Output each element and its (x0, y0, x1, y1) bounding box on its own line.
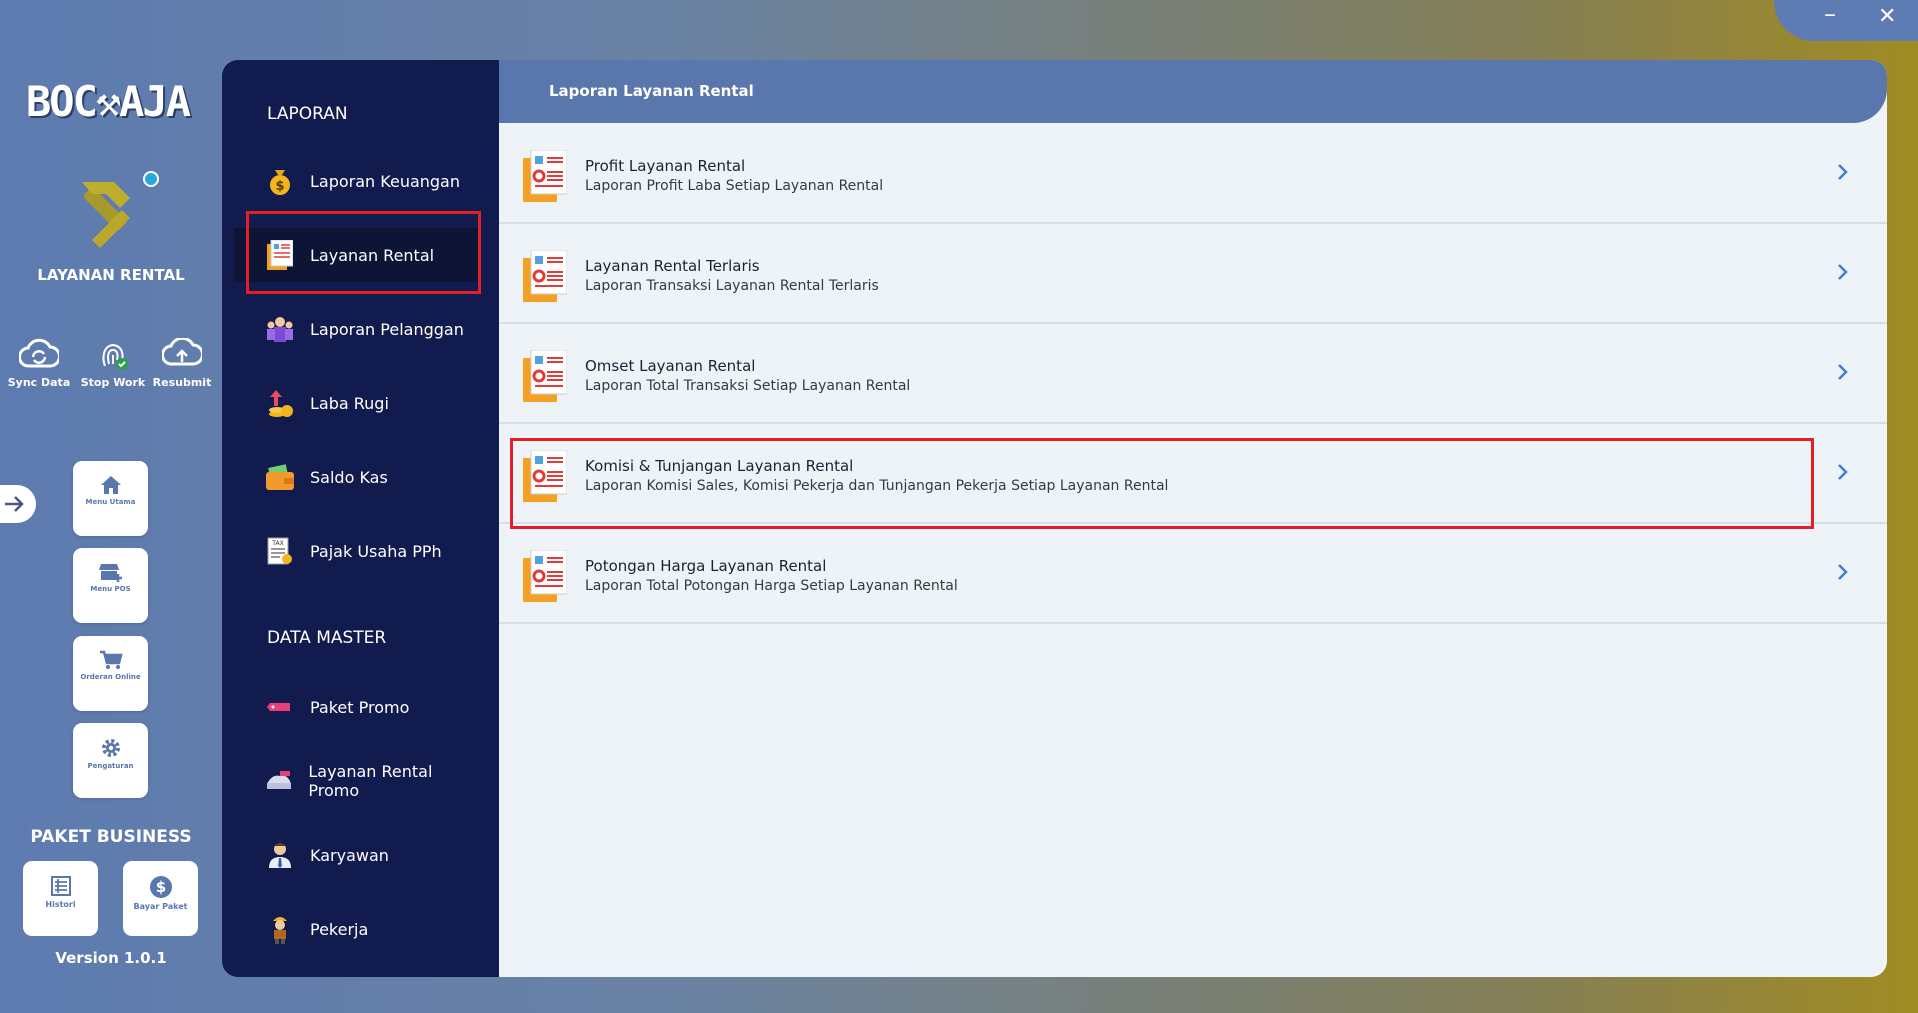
version-label: Version 1.0.1 (55, 949, 167, 967)
svg-text:TAX: TAX (271, 540, 283, 547)
laporan-section-title: LAPORAN (267, 104, 348, 124)
chevron-right-icon (1838, 264, 1848, 280)
arrow-right-icon (5, 496, 24, 512)
histori-button[interactable]: Histori (23, 861, 98, 936)
svg-text:$: $ (275, 179, 284, 194)
nav-label: Menu POS (90, 585, 131, 593)
home-icon (100, 476, 121, 494)
wallet-icon (264, 461, 296, 493)
menu-item-karyawan[interactable]: Karyawan (234, 828, 479, 882)
menu-item-label: Pekerja (310, 919, 369, 939)
report-subtitle: Laporan Total Potongan Harga Setiap Laya… (585, 578, 958, 594)
report-title: Omset Layanan Rental (585, 357, 756, 375)
report-highlight-box (510, 438, 1814, 529)
hammer-app-icon (82, 182, 130, 248)
fingerprint-check-icon (102, 343, 128, 370)
status-dot (143, 171, 159, 187)
report-row-omset[interactable]: Omset Layanan Rental Laporan Total Trans… (499, 324, 1887, 424)
menu-item-label: Laporan Keuangan (310, 171, 460, 191)
menu-item-label: Saldo Kas (310, 467, 388, 487)
report-title: Potongan Harga Layanan Rental (585, 557, 827, 575)
menu-item-laporan-pelanggan[interactable]: Laporan Pelanggan (234, 302, 479, 356)
employee-icon (264, 839, 296, 871)
report-subtitle: Laporan Transaksi Layanan Rental Terlari… (585, 278, 879, 294)
menu-item-label: Laba Rugi (310, 393, 389, 413)
tool-label: Stop Work (80, 376, 146, 389)
resubmit-button[interactable]: Resubmit (146, 338, 218, 389)
promo-tag-icon (264, 691, 296, 723)
minimize-button[interactable]: – (1824, 0, 1836, 28)
menu-highlight-box (246, 211, 481, 294)
menu-item-laba-rugi[interactable]: Laba Rugi (234, 376, 479, 430)
report-row-potongan[interactable]: Potongan Harga Layanan Rental Laporan To… (499, 524, 1887, 624)
report-icon (523, 150, 567, 202)
worker-icon (264, 913, 296, 945)
chevron-right-icon (1838, 164, 1848, 180)
tool-label: Resubmit (152, 376, 212, 389)
report-row-profit[interactable]: Profit Layanan Rental Laporan Profit Lab… (499, 124, 1887, 224)
report-subtitle: Laporan Total Transaksi Setiap Layanan R… (585, 378, 911, 394)
menu-item-label: Layanan Rental Promo (308, 762, 433, 800)
menu-item-label: Karyawan (310, 845, 389, 865)
logo: BOC⚒AJA (26, 77, 191, 126)
menu-item-laporan-keuangan[interactable]: $ Laporan Keuangan (234, 154, 479, 208)
window-controls: – ✕ (1774, 0, 1918, 41)
report-row-terlaris[interactable]: Layanan Rental Terlaris Laporan Transaks… (499, 224, 1887, 324)
report-menu-panel: LAPORAN $ Laporan Keuangan Layanan Renta… (222, 60, 499, 977)
nav-label: Orderan Online (80, 673, 141, 681)
menu-pos-button[interactable]: Menu POS (73, 548, 148, 623)
left-rail: BOC⚒AJA LAYANAN RENTAL Sync Data Stop Wo… (0, 0, 222, 1013)
menu-item-saldo-kas[interactable]: Saldo Kas (234, 450, 479, 504)
chevron-right-icon (1838, 364, 1848, 380)
orderan-online-button[interactable]: Orderan Online (73, 636, 148, 711)
cloud-sync-icon (19, 338, 59, 368)
store-icon (98, 564, 122, 582)
menu-item-label: Pajak Usaha PPh (310, 541, 442, 561)
paket-btn-label: Bayar Paket (133, 902, 188, 911)
tax-icon: TAX (264, 535, 296, 567)
money-bag-icon: $ (264, 165, 296, 197)
close-button[interactable]: ✕ (1878, 4, 1896, 29)
bayar-paket-button[interactable]: $ Bayar Paket (123, 861, 198, 936)
paket-btn-label: Histori (45, 900, 76, 909)
chevron-right-icon (1838, 464, 1848, 480)
report-title: Layanan Rental Terlaris (585, 257, 760, 275)
stop-work-button[interactable]: Stop Work (77, 338, 149, 389)
rental-promo-icon (264, 765, 294, 797)
expand-sidebar-button[interactable] (0, 485, 36, 523)
menu-item-label: Laporan Pelanggan (310, 319, 464, 339)
svg-text:$: $ (155, 878, 165, 896)
report-subtitle: Laporan Profit Laba Setiap Layanan Renta… (585, 178, 884, 194)
customers-icon (264, 313, 296, 345)
paket-title: PAKET BUSINESS (30, 827, 192, 847)
content-header: Laporan Layanan Rental (499, 60, 1887, 123)
list-icon (50, 876, 71, 896)
pengaturan-button[interactable]: Pengaturan (73, 723, 148, 798)
menu-item-layanan-rental-promo[interactable]: Layanan Rental Promo (234, 754, 479, 808)
report-icon (523, 550, 567, 602)
menu-item-pekerja[interactable]: Pekerja (234, 902, 479, 956)
profit-loss-icon (264, 387, 296, 419)
sync-data-button[interactable]: Sync Data (3, 338, 75, 389)
data-master-section-title: DATA MASTER (267, 628, 387, 648)
gear-icon (101, 739, 120, 757)
nav-label: Menu Utama (85, 498, 136, 506)
menu-item-pajak-usaha[interactable]: TAX Pajak Usaha PPh (234, 524, 479, 578)
menu-item-label: Paket Promo (310, 697, 410, 717)
chevron-right-icon (1838, 564, 1848, 580)
app-title: LAYANAN RENTAL (37, 266, 185, 284)
report-icon (523, 250, 567, 302)
menu-utama-button[interactable]: Menu Utama (73, 461, 148, 536)
cloud-upload-icon (162, 338, 202, 366)
tool-label: Sync Data (7, 376, 71, 389)
content-title: Laporan Layanan Rental (549, 82, 754, 100)
nav-label: Pengaturan (87, 762, 134, 770)
report-title: Profit Layanan Rental (585, 157, 746, 175)
menu-item-paket-promo[interactable]: Paket Promo (234, 680, 479, 734)
cart-icon (99, 650, 123, 669)
dollar-icon: $ (149, 876, 172, 898)
report-icon (523, 350, 567, 402)
